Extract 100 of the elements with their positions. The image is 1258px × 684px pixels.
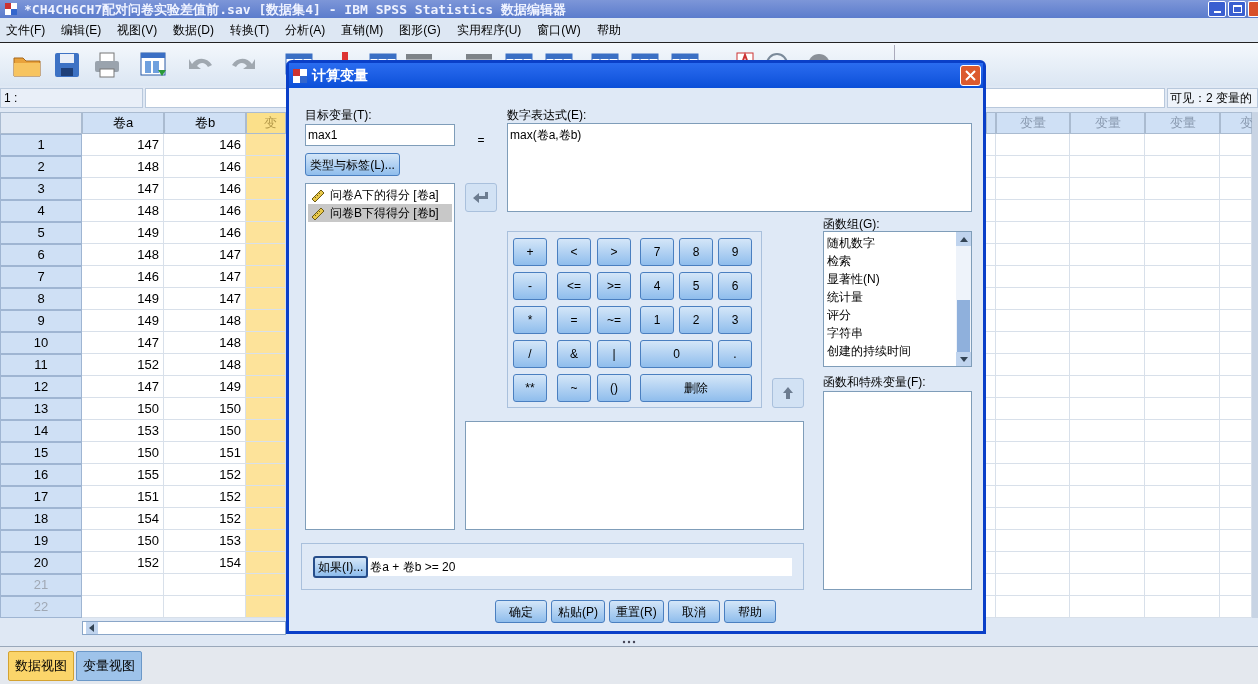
table-cell: 148 [164, 354, 246, 376]
dialog-button[interactable]: 取消 [667, 600, 720, 623]
keypad-key[interactable]: >= [597, 272, 631, 300]
keypad-key[interactable]: 0 [640, 340, 713, 368]
row-header[interactable]: 19 [0, 530, 82, 552]
keypad-key[interactable]: 1 [640, 306, 674, 334]
keypad-key[interactable]: <= [557, 272, 591, 300]
function-group-item[interactable]: 创建的持续时间 [827, 342, 956, 360]
menu-item[interactable]: 直销(M) [341, 21, 384, 39]
keypad-key[interactable]: = [557, 306, 591, 334]
row-header[interactable]: 13 [0, 398, 82, 420]
column-header[interactable]: 卷b [164, 112, 246, 134]
row-header[interactable]: 15 [0, 442, 82, 464]
vertical-scrollbar[interactable] [1252, 112, 1258, 618]
table-cell: 147 [82, 332, 164, 354]
menu-item[interactable]: 窗口(W) [537, 21, 581, 39]
row-header[interactable]: 16 [0, 464, 82, 486]
expression-field[interactable]: max(卷a,卷b) [507, 123, 972, 212]
row-header[interactable]: 8 [0, 288, 82, 310]
view-tab[interactable]: 变量视图 [76, 650, 142, 681]
keypad-key[interactable]: 7 [640, 238, 674, 266]
dialog-button[interactable]: 粘贴(P) [551, 600, 605, 623]
function-group-item[interactable]: 检索 [827, 252, 956, 270]
scroll-left-icon[interactable] [86, 622, 98, 634]
row-header[interactable]: 20 [0, 552, 82, 574]
keypad-key[interactable]: 4 [640, 272, 674, 300]
row-header[interactable]: 4 [0, 200, 82, 222]
horizontal-scrollbar[interactable] [82, 621, 286, 635]
variable-list-item[interactable]: 问卷A下的得分 [卷a] [308, 186, 452, 204]
keypad-key[interactable]: + [513, 238, 547, 266]
keypad-key[interactable]: ~= [597, 306, 631, 334]
if-condition-field[interactable]: 卷a + 卷b >= 20 [368, 557, 792, 576]
keypad-key[interactable]: 3 [718, 306, 752, 334]
maximize-button[interactable] [1228, 1, 1246, 17]
view-tab[interactable]: 数据视图 [8, 650, 74, 681]
keypad-key[interactable]: 5 [679, 272, 713, 300]
dialog-button[interactable]: 重置(R) [609, 600, 664, 623]
scroll-up-icon[interactable] [959, 236, 968, 242]
row-header[interactable]: 3 [0, 178, 82, 200]
menu-item[interactable]: 帮助 [596, 21, 621, 39]
keypad-key[interactable]: 2 [679, 306, 713, 334]
row-header[interactable]: 11 [0, 354, 82, 376]
function-group-item[interactable]: 字符串 [827, 324, 956, 342]
function-group-item[interactable]: 统计量 [827, 288, 956, 306]
keypad-key[interactable]: 9 [718, 238, 752, 266]
minimize-button[interactable] [1208, 1, 1226, 17]
row-header[interactable]: 14 [0, 420, 82, 442]
keypad-key[interactable]: - [513, 272, 547, 300]
menu-item[interactable]: 文件(F) [6, 21, 46, 39]
row-header[interactable]: 17 [0, 486, 82, 508]
table-cell: 146 [164, 178, 246, 200]
keypad-key[interactable]: 8 [679, 238, 713, 266]
row-header[interactable]: 18 [0, 508, 82, 530]
printer-icon[interactable] [92, 49, 122, 80]
if-button[interactable]: 如果(I)... [313, 555, 369, 578]
keypad-key[interactable]: 6 [718, 272, 752, 300]
menu-item[interactable]: 转换(T) [230, 21, 270, 39]
menu-item[interactable]: 实用程序(U) [456, 21, 522, 39]
row-header[interactable]: 5 [0, 222, 82, 244]
variable-list-item[interactable]: 问卷B下得得分 [卷b] [308, 204, 452, 222]
keypad-key[interactable]: ~ [557, 374, 591, 402]
table-cell: 153 [164, 530, 246, 552]
keypad-key[interactable]: 删除 [640, 374, 752, 402]
keypad-key[interactable]: / [513, 340, 547, 368]
row-header[interactable]: 12 [0, 376, 82, 398]
keypad-key[interactable]: . [718, 340, 752, 368]
type-label-button[interactable]: 类型与标签(L)... [305, 153, 400, 176]
function-group-item[interactable]: 评分 [827, 306, 956, 324]
target-variable-field[interactable]: max1 [305, 124, 455, 146]
menu-item[interactable]: 编辑(E) [61, 21, 102, 39]
row-header[interactable]: 1 [0, 134, 82, 156]
splitter-handle-icon[interactable] [622, 640, 636, 644]
function-group-item[interactable]: 显著性(N) [827, 270, 956, 288]
row-header[interactable]: 7 [0, 266, 82, 288]
dialog-button[interactable]: 帮助 [723, 600, 776, 623]
column-header[interactable]: 卷a [82, 112, 164, 134]
row-header[interactable]: 6 [0, 244, 82, 266]
row-header[interactable]: 2 [0, 156, 82, 178]
menu-item[interactable]: 数据(D) [173, 21, 214, 39]
keypad-key[interactable]: * [513, 306, 547, 334]
move-to-functions-button[interactable] [772, 378, 804, 408]
function-group-item[interactable]: 随机数字 [827, 234, 956, 252]
close-button[interactable] [960, 65, 981, 86]
keypad-key[interactable]: < [557, 238, 591, 266]
keypad-key[interactable]: | [597, 340, 631, 368]
keypad-key[interactable]: ** [513, 374, 547, 402]
menu-item[interactable]: 分析(A) [285, 21, 326, 39]
menu-item[interactable]: 图形(G) [399, 21, 441, 39]
move-to-expression-button[interactable] [465, 183, 497, 212]
close-button[interactable] [1248, 1, 1258, 17]
row-header[interactable]: 10 [0, 332, 82, 354]
dialog-button[interactable]: 确定 [495, 600, 547, 623]
keypad-key[interactable]: > [597, 238, 631, 266]
up-arrow-icon [782, 386, 794, 400]
keypad-key[interactable]: & [557, 340, 591, 368]
keypad-key[interactable]: () [597, 374, 631, 402]
menu-item[interactable]: 视图(V) [117, 21, 158, 39]
scrollbar[interactable] [956, 232, 971, 366]
row-header[interactable]: 9 [0, 310, 82, 332]
scroll-down-icon[interactable] [959, 356, 968, 362]
